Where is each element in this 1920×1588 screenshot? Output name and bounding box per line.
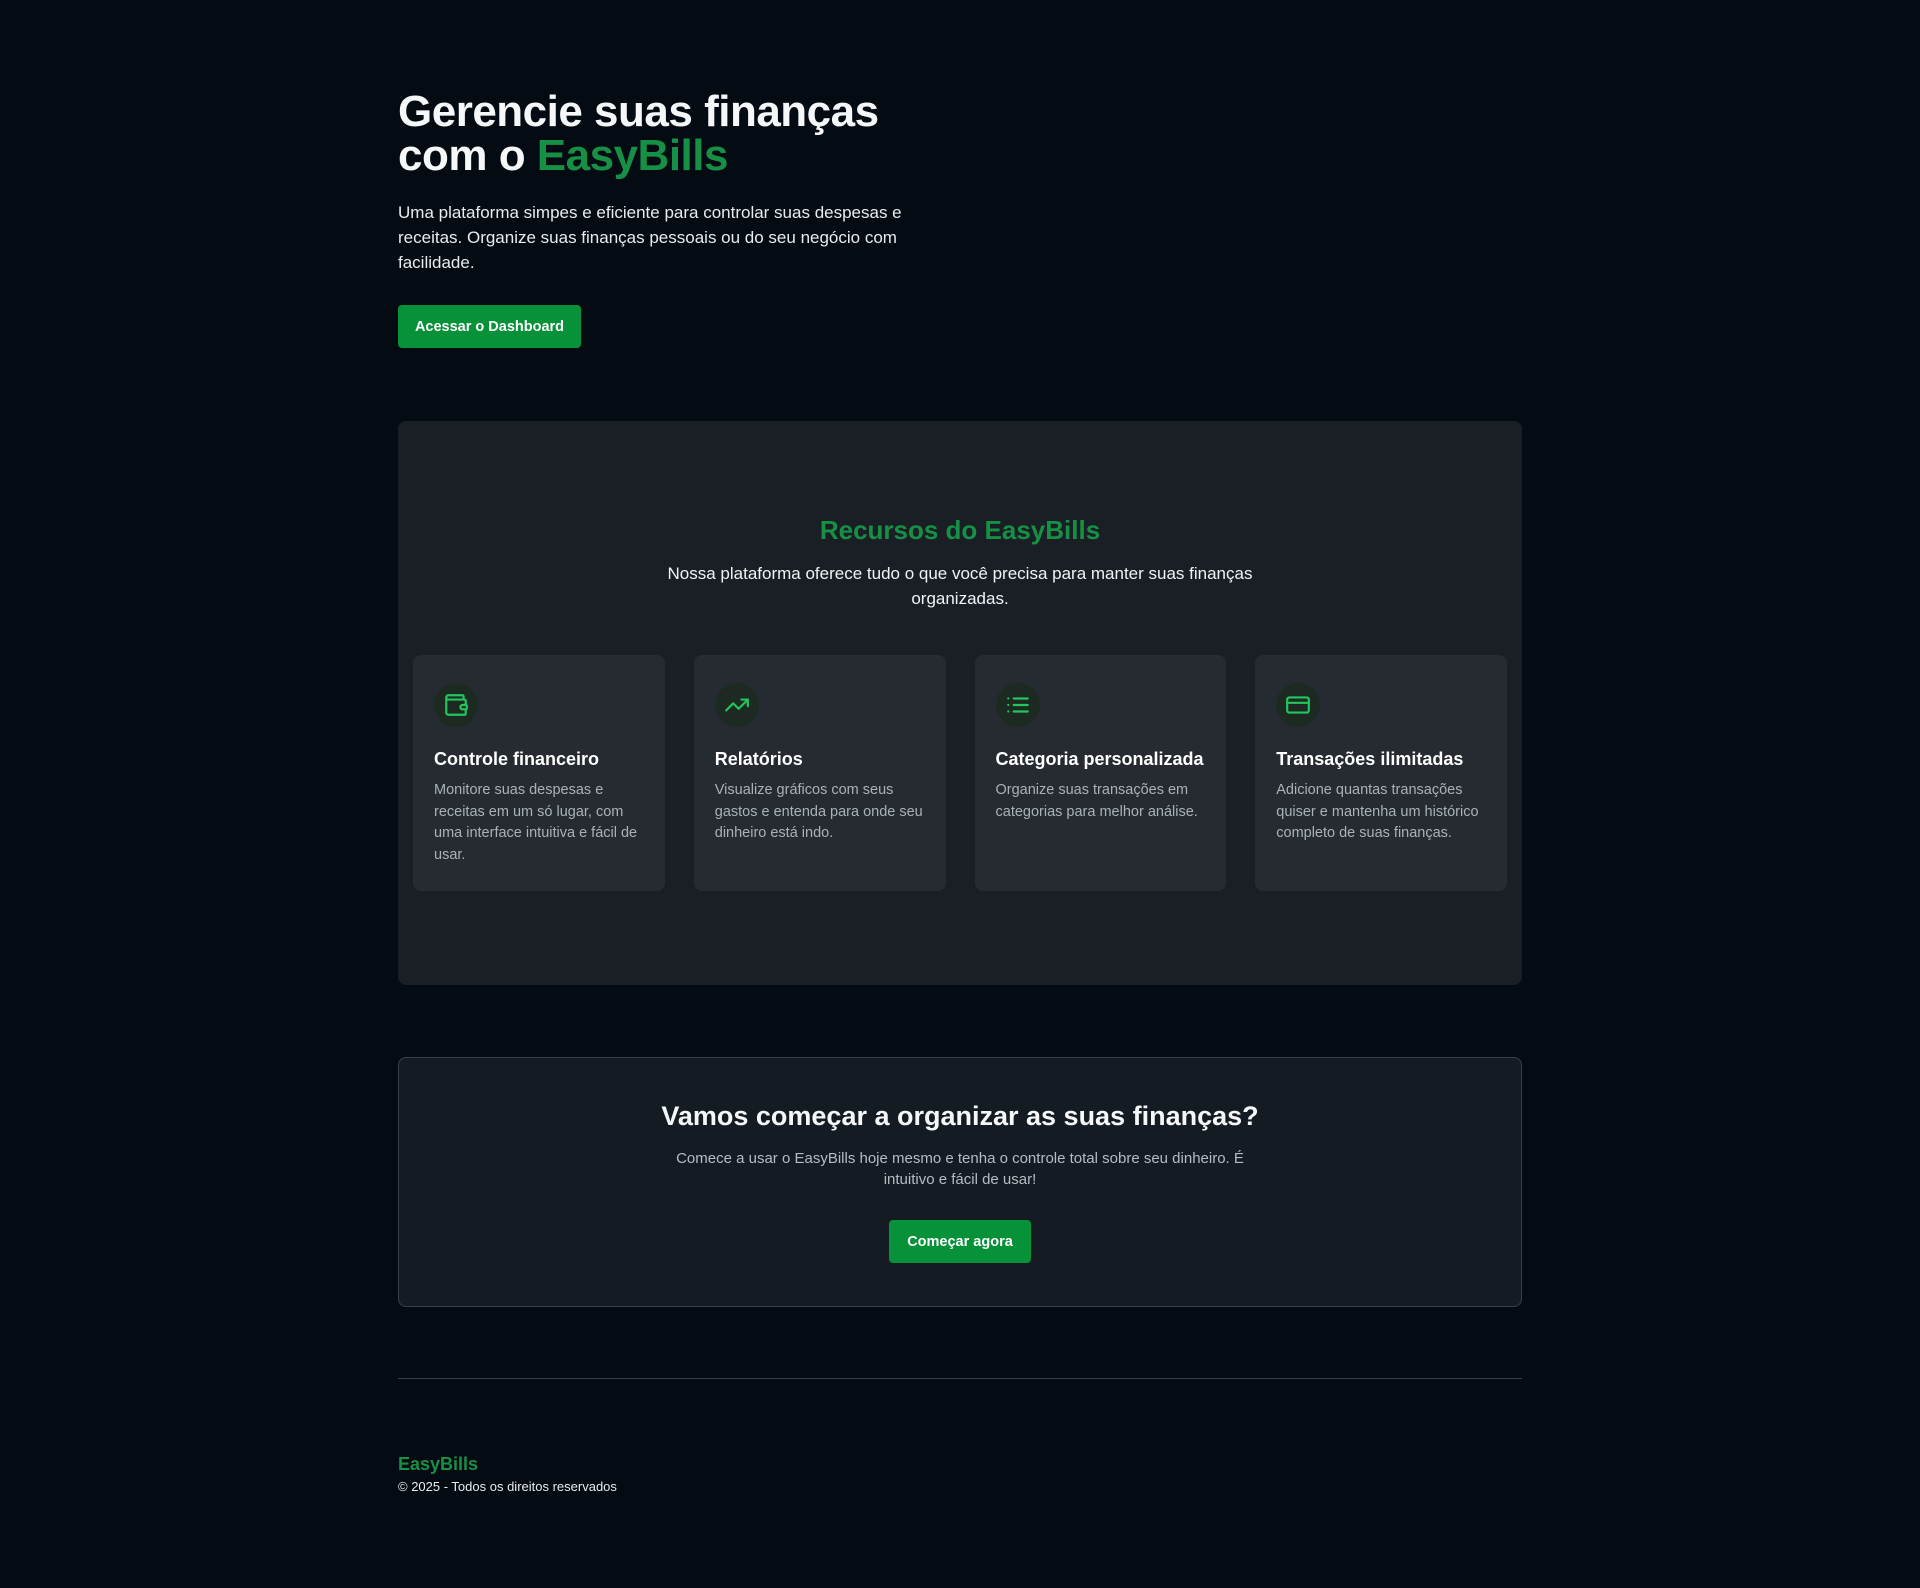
footer-brand: EasyBills: [398, 1454, 479, 1474]
hero-title-brand: EasyBills: [536, 131, 729, 180]
feature-card-title: Categoria personalizada: [995, 749, 1204, 769]
feature-card-description: Visualize gráficos com seus gastos e ent…: [714, 782, 923, 841]
footer-copyright: © 2025 - Todos os direitos reservados: [398, 1479, 617, 1494]
footer-divider: [398, 1378, 1522, 1379]
feature-card-relatorios: Relatórios Visualize gráficos com seus g…: [693, 655, 946, 891]
feature-card-description: Monitore suas despesas e receitas em um …: [434, 782, 638, 863]
credit-card-icon: [1276, 683, 1321, 727]
hero-section: Gerencie suas finanças com o EasyBills U…: [398, 90, 1522, 348]
start-now-button[interactable]: Começar agora: [889, 1220, 1031, 1263]
feature-card-title: Relatórios: [714, 749, 803, 769]
feature-card-description: Adicione quantas transações quiser e man…: [1276, 782, 1479, 841]
features-title: Recursos do EasyBills: [819, 515, 1101, 545]
dashboard-button[interactable]: Acessar o Dashboard: [398, 305, 581, 348]
feature-card-categoria: Categoria personalizada Organize suas tr…: [974, 655, 1227, 891]
hero-title-line1: Gerencie suas finanças: [398, 87, 879, 136]
feature-card-title: Transações ilimitadas: [1276, 749, 1464, 769]
cta-title: Vamos começar a organizar as suas finanç…: [661, 1101, 1259, 1131]
feature-card-controle: Controle financeiro Monitore suas despes…: [413, 655, 665, 891]
cta-section: Vamos começar a organizar as suas finanç…: [398, 1057, 1522, 1307]
hero-title-prefix: com o: [398, 131, 537, 180]
features-subtitle: Nossa plataforma oferece tudo o que você…: [667, 564, 1253, 608]
list-icon: [995, 683, 1040, 727]
footer: EasyBills © 2025 - Todos os direitos res…: [398, 1454, 1522, 1494]
hero-title: Gerencie suas finanças com o EasyBills: [398, 90, 1522, 178]
cta-description: Comece a usar o EasyBills hoje mesmo e t…: [676, 1150, 1244, 1188]
wallet-icon: [434, 683, 478, 727]
feature-cards: Controle financeiro Monitore suas despes…: [413, 655, 1507, 891]
trending-up-icon: [714, 683, 759, 727]
hero-description: Uma plataforma simpes e eficiente para c…: [398, 203, 902, 272]
features-section: Recursos do EasyBills Nossa plataforma o…: [398, 421, 1522, 985]
feature-card-title: Controle financeiro: [434, 749, 600, 769]
feature-card-description: Organize suas transações em categorias p…: [995, 782, 1198, 820]
feature-card-transacoes: Transações ilimitadas Adicione quantas t…: [1255, 655, 1507, 891]
